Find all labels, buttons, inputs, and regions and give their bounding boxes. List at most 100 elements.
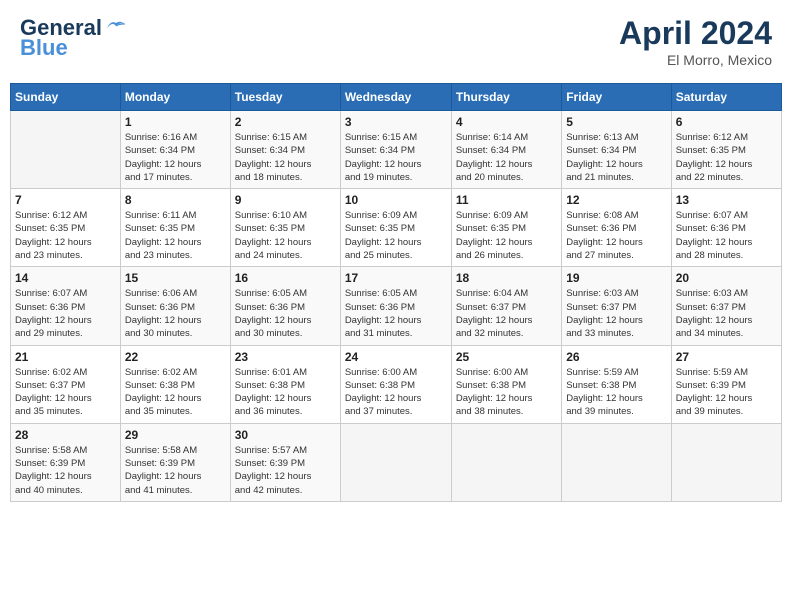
day-cell: 20 Sunrise: 6:03 AMSunset: 6:37 PMDayligh…	[671, 267, 781, 345]
day-cell: 4 Sunrise: 6:14 AMSunset: 6:34 PMDaylight…	[451, 111, 561, 189]
day-cell: 30 Sunrise: 5:57 AMSunset: 6:39 PMDayligh…	[230, 423, 340, 501]
day-info: Sunrise: 6:12 AMSunset: 6:35 PMDaylight:…	[15, 209, 116, 262]
day-cell: 18Sunrise: 6:04 AMSunset: 6:37 PMDayligh…	[451, 267, 561, 345]
day-cell: 2Sunrise: 6:15 AMSunset: 6:34 PMDaylight…	[230, 111, 340, 189]
day-number: 4	[456, 115, 557, 129]
col-tuesday: Tuesday	[230, 84, 340, 111]
day-info: Sunrise: 6:00 AMSunset: 6:38 PMDaylight:…	[345, 366, 447, 419]
day-number: 14	[15, 271, 116, 285]
day-info: Sunrise: 5:59 AMSunset: 6:38 PMDaylight:…	[566, 366, 666, 419]
logo-bird-icon	[105, 18, 127, 36]
week-row-5: 28 Sunrise: 5:58 AMSunset: 6:39 PMDayligh…	[11, 423, 782, 501]
day-info: Sunrise: 5:58 AMSunset: 6:39 PMDaylight:…	[15, 444, 116, 497]
day-number: 9	[235, 193, 336, 207]
day-cell: 28 Sunrise: 5:58 AMSunset: 6:39 PMDayligh…	[11, 423, 121, 501]
day-number: 6	[676, 115, 777, 129]
day-info: Sunrise: 6:02 AMSunset: 6:38 PMDaylight:…	[125, 366, 226, 419]
week-row-4: 21 Sunrise: 6:02 AMSunset: 6:37 PMDayligh…	[11, 345, 782, 423]
day-cell	[451, 423, 561, 501]
day-info: Sunrise: 6:11 AMSunset: 6:35 PMDaylight:…	[125, 209, 226, 262]
day-cell: 25Sunrise: 6:00 AMSunset: 6:38 PMDayligh…	[451, 345, 561, 423]
day-cell: 8 Sunrise: 6:11 AMSunset: 6:35 PMDaylight…	[120, 189, 230, 267]
location: El Morro, Mexico	[619, 52, 772, 68]
day-info: Sunrise: 6:07 AMSunset: 6:36 PMDaylight:…	[676, 209, 777, 262]
day-cell: 11Sunrise: 6:09 AMSunset: 6:35 PMDayligh…	[451, 189, 561, 267]
day-number: 13	[676, 193, 777, 207]
day-number: 26	[566, 350, 666, 364]
day-cell: 23 Sunrise: 6:01 AMSunset: 6:38 PMDayligh…	[230, 345, 340, 423]
day-cell: 6 Sunrise: 6:12 AMSunset: 6:35 PMDaylight…	[671, 111, 781, 189]
day-info: Sunrise: 6:03 AMSunset: 6:37 PMDaylight:…	[566, 287, 666, 340]
day-number: 22	[125, 350, 226, 364]
day-number: 21	[15, 350, 116, 364]
header-row: SundayMondayTuesdayWednesdayThursdayFrid…	[11, 84, 782, 111]
day-info: Sunrise: 5:59 AMSunset: 6:39 PMDaylight:…	[676, 366, 777, 419]
day-info: Sunrise: 6:14 AMSunset: 6:34 PMDaylight:…	[456, 131, 557, 184]
day-cell	[11, 111, 121, 189]
day-cell: 29 Sunrise: 5:58 AMSunset: 6:39 PMDayligh…	[120, 423, 230, 501]
day-info: Sunrise: 6:13 AMSunset: 6:34 PMDaylight:…	[566, 131, 666, 184]
day-cell: 10Sunrise: 6:09 AMSunset: 6:35 PMDayligh…	[340, 189, 451, 267]
day-number: 11	[456, 193, 557, 207]
day-info: Sunrise: 6:16 AMSunset: 6:34 PMDaylight:…	[125, 131, 226, 184]
day-info: Sunrise: 6:08 AMSunset: 6:36 PMDaylight:…	[566, 209, 666, 262]
day-cell: 13 Sunrise: 6:07 AMSunset: 6:36 PMDayligh…	[671, 189, 781, 267]
day-number: 24	[345, 350, 447, 364]
day-number: 5	[566, 115, 666, 129]
day-number: 12	[566, 193, 666, 207]
col-sunday: Sunday	[11, 84, 121, 111]
day-cell: 21 Sunrise: 6:02 AMSunset: 6:37 PMDayligh…	[11, 345, 121, 423]
day-number: 30	[235, 428, 336, 442]
day-info: Sunrise: 6:10 AMSunset: 6:35 PMDaylight:…	[235, 209, 336, 262]
day-cell: 17 Sunrise: 6:05 AMSunset: 6:36 PMDayligh…	[340, 267, 451, 345]
day-info: Sunrise: 5:57 AMSunset: 6:39 PMDaylight:…	[235, 444, 336, 497]
day-cell: 16 Sunrise: 6:05 AMSunset: 6:36 PMDayligh…	[230, 267, 340, 345]
day-number: 20	[676, 271, 777, 285]
day-info: Sunrise: 6:12 AMSunset: 6:35 PMDaylight:…	[676, 131, 777, 184]
logo: General Blue	[20, 15, 127, 61]
day-info: Sunrise: 6:03 AMSunset: 6:37 PMDaylight:…	[676, 287, 777, 340]
day-cell: 15Sunrise: 6:06 AMSunset: 6:36 PMDayligh…	[120, 267, 230, 345]
day-info: Sunrise: 6:05 AMSunset: 6:36 PMDaylight:…	[345, 287, 447, 340]
day-cell	[671, 423, 781, 501]
day-info: Sunrise: 6:04 AMSunset: 6:37 PMDaylight:…	[456, 287, 557, 340]
day-cell: 7 Sunrise: 6:12 AMSunset: 6:35 PMDaylight…	[11, 189, 121, 267]
day-cell: 19 Sunrise: 6:03 AMSunset: 6:37 PMDayligh…	[562, 267, 671, 345]
day-cell: 9 Sunrise: 6:10 AMSunset: 6:35 PMDaylight…	[230, 189, 340, 267]
day-info: Sunrise: 6:15 AMSunset: 6:34 PMDaylight:…	[345, 131, 447, 184]
day-cell: 22 Sunrise: 6:02 AMSunset: 6:38 PMDayligh…	[120, 345, 230, 423]
day-number: 17	[345, 271, 447, 285]
col-saturday: Saturday	[671, 84, 781, 111]
day-cell: 5 Sunrise: 6:13 AMSunset: 6:34 PMDaylight…	[562, 111, 671, 189]
day-number: 3	[345, 115, 447, 129]
week-row-2: 7 Sunrise: 6:12 AMSunset: 6:35 PMDaylight…	[11, 189, 782, 267]
day-info: Sunrise: 5:58 AMSunset: 6:39 PMDaylight:…	[125, 444, 226, 497]
week-row-1: 1Sunrise: 6:16 AMSunset: 6:34 PMDaylight…	[11, 111, 782, 189]
day-number: 16	[235, 271, 336, 285]
day-info: Sunrise: 6:09 AMSunset: 6:35 PMDaylight:…	[345, 209, 447, 262]
col-friday: Friday	[562, 84, 671, 111]
day-number: 27	[676, 350, 777, 364]
day-number: 15	[125, 271, 226, 285]
day-info: Sunrise: 6:01 AMSunset: 6:38 PMDaylight:…	[235, 366, 336, 419]
day-number: 28	[15, 428, 116, 442]
col-wednesday: Wednesday	[340, 84, 451, 111]
day-cell: 14Sunrise: 6:07 AMSunset: 6:36 PMDayligh…	[11, 267, 121, 345]
day-number: 2	[235, 115, 336, 129]
calendar-table: SundayMondayTuesdayWednesdayThursdayFrid…	[10, 83, 782, 502]
day-cell: 12 Sunrise: 6:08 AMSunset: 6:36 PMDayligh…	[562, 189, 671, 267]
title-block: April 2024 El Morro, Mexico	[619, 15, 772, 68]
day-cell: 3 Sunrise: 6:15 AMSunset: 6:34 PMDaylight…	[340, 111, 451, 189]
day-info: Sunrise: 6:05 AMSunset: 6:36 PMDaylight:…	[235, 287, 336, 340]
day-number: 8	[125, 193, 226, 207]
day-cell: 26 Sunrise: 5:59 AMSunset: 6:38 PMDayligh…	[562, 345, 671, 423]
col-thursday: Thursday	[451, 84, 561, 111]
logo-blue: Blue	[20, 35, 68, 61]
day-number: 29	[125, 428, 226, 442]
page-header: General Blue April 2024 El Morro, Mexico	[10, 10, 782, 73]
day-number: 23	[235, 350, 336, 364]
day-number: 19	[566, 271, 666, 285]
day-info: Sunrise: 6:02 AMSunset: 6:37 PMDaylight:…	[15, 366, 116, 419]
day-cell: 27 Sunrise: 5:59 AMSunset: 6:39 PMDayligh…	[671, 345, 781, 423]
day-number: 7	[15, 193, 116, 207]
